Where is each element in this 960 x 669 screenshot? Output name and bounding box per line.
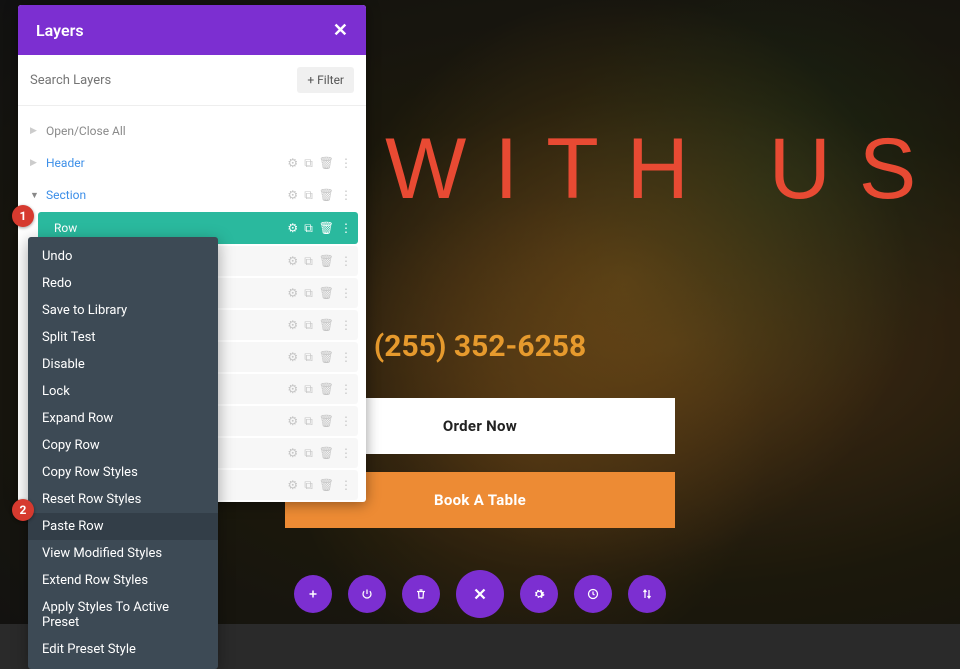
- toolbar-gear-button[interactable]: [520, 575, 558, 613]
- panel-title: Layers: [36, 21, 84, 40]
- duplicate-icon[interactable]: ⧉: [304, 254, 313, 269]
- ctx-copy-row[interactable]: Copy Row: [28, 432, 218, 459]
- open-close-all[interactable]: ▶ Open/Close All: [26, 116, 358, 146]
- dots-icon[interactable]: ⋮: [340, 382, 352, 396]
- layer-section[interactable]: ▼ Section ⚙ ⧉ 🗑 ⋮: [26, 180, 358, 210]
- dots-icon[interactable]: ⋮: [340, 286, 352, 300]
- duplicate-icon[interactable]: ⧉: [304, 446, 313, 461]
- duplicate-icon[interactable]: ⧉: [304, 478, 313, 493]
- gear-icon[interactable]: ⚙: [287, 414, 298, 428]
- trash-icon[interactable]: 🗑: [319, 221, 334, 235]
- ctx-apply-preset[interactable]: Apply Styles To Active Preset: [28, 594, 218, 636]
- toolbar-power-button[interactable]: [348, 575, 386, 613]
- gear-icon[interactable]: ⚙: [287, 156, 298, 170]
- duplicate-icon[interactable]: ⧉: [304, 156, 313, 171]
- panel-close-button[interactable]: ✕: [333, 20, 348, 41]
- layer-header[interactable]: ▶ Header ⚙ ⧉ 🗑 ⋮: [26, 148, 358, 178]
- ctx-extend-row-styles[interactable]: Extend Row Styles: [28, 567, 218, 594]
- ctx-lock[interactable]: Lock: [28, 378, 218, 405]
- dots-icon[interactable]: ⋮: [340, 156, 352, 170]
- trash-icon[interactable]: 🗑: [319, 286, 334, 300]
- trash-icon[interactable]: 🗑: [319, 318, 334, 332]
- ctx-undo[interactable]: Undo: [28, 243, 218, 270]
- duplicate-icon[interactable]: ⧉: [304, 286, 313, 301]
- duplicate-icon[interactable]: ⧉: [304, 414, 313, 429]
- dots-icon[interactable]: ⋮: [340, 188, 352, 202]
- ctx-reset-row-styles[interactable]: Reset Row Styles: [28, 486, 218, 513]
- gear-icon[interactable]: ⚙: [287, 382, 298, 396]
- gear-icon[interactable]: ⚙: [287, 350, 298, 364]
- ctx-redo[interactable]: Redo: [28, 270, 218, 297]
- dots-icon[interactable]: ⋮: [340, 221, 352, 235]
- context-menu: Undo Redo Save to Library Split Test Dis…: [28, 237, 218, 669]
- panel-header: Layers ✕: [18, 5, 366, 55]
- gear-icon[interactable]: ⚙: [287, 478, 298, 492]
- gear-icon[interactable]: ⚙: [287, 188, 298, 202]
- layer-tools: ⚙ ⧉ 🗑 ⋮: [287, 156, 352, 171]
- toolbar-close-button[interactable]: [456, 570, 504, 618]
- trash-icon[interactable]: 🗑: [319, 382, 334, 396]
- annotation-badge-1: 1: [12, 205, 34, 227]
- ctx-view-modified[interactable]: View Modified Styles: [28, 540, 218, 567]
- toolbar-arrows-button[interactable]: [628, 575, 666, 613]
- dots-icon[interactable]: ⋮: [340, 254, 352, 268]
- toolbar-trash-button[interactable]: [402, 575, 440, 613]
- gear-icon[interactable]: ⚙: [287, 318, 298, 332]
- duplicate-icon[interactable]: ⧉: [304, 350, 313, 365]
- trash-icon[interactable]: 🗑: [319, 156, 334, 170]
- dots-icon[interactable]: ⋮: [340, 350, 352, 364]
- chevron-right-icon: ▶: [30, 158, 46, 168]
- ctx-edit-preset[interactable]: Edit Preset Style: [28, 636, 218, 663]
- annotation-badge-2: 2: [12, 499, 34, 521]
- bottom-toolbar: [294, 570, 666, 618]
- duplicate-icon[interactable]: ⧉: [304, 221, 313, 236]
- trash-icon[interactable]: 🗑: [319, 254, 334, 268]
- ctx-split-test[interactable]: Split Test: [28, 324, 218, 351]
- dots-icon[interactable]: ⋮: [340, 318, 352, 332]
- ctx-expand-row[interactable]: Expand Row: [28, 405, 218, 432]
- layer-tools: ⚙ ⧉ 🗑 ⋮: [287, 221, 352, 236]
- dots-icon[interactable]: ⋮: [340, 478, 352, 492]
- dots-icon[interactable]: ⋮: [340, 414, 352, 428]
- duplicate-icon[interactable]: ⧉: [304, 188, 313, 203]
- layer-tools: ⚙ ⧉ 🗑 ⋮: [287, 188, 352, 203]
- gear-icon[interactable]: ⚙: [287, 286, 298, 300]
- trash-icon[interactable]: 🗑: [319, 478, 334, 492]
- filter-button[interactable]: + Filter: [297, 67, 354, 93]
- chevron-right-icon: ▶: [30, 126, 46, 136]
- toolbar-clock-button[interactable]: [574, 575, 612, 613]
- dots-icon[interactable]: ⋮: [340, 446, 352, 460]
- gear-icon[interactable]: ⚙: [287, 254, 298, 268]
- trash-icon[interactable]: 🗑: [319, 188, 334, 202]
- duplicate-icon[interactable]: ⧉: [304, 318, 313, 333]
- gear-icon[interactable]: ⚙: [287, 221, 298, 235]
- trash-icon[interactable]: 🗑: [319, 414, 334, 428]
- ctx-paste-row[interactable]: Paste Row: [28, 513, 218, 540]
- ctx-save-library[interactable]: Save to Library: [28, 297, 218, 324]
- trash-icon[interactable]: 🗑: [319, 350, 334, 364]
- duplicate-icon[interactable]: ⧉: [304, 382, 313, 397]
- search-input[interactable]: [30, 67, 289, 93]
- toolbar-plus-button[interactable]: [294, 575, 332, 613]
- chevron-down-icon: ▼: [30, 190, 46, 201]
- gear-icon[interactable]: ⚙: [287, 446, 298, 460]
- trash-icon[interactable]: 🗑: [319, 446, 334, 460]
- ctx-copy-row-styles[interactable]: Copy Row Styles: [28, 459, 218, 486]
- ctx-disable[interactable]: Disable: [28, 351, 218, 378]
- search-row: + Filter: [18, 55, 366, 106]
